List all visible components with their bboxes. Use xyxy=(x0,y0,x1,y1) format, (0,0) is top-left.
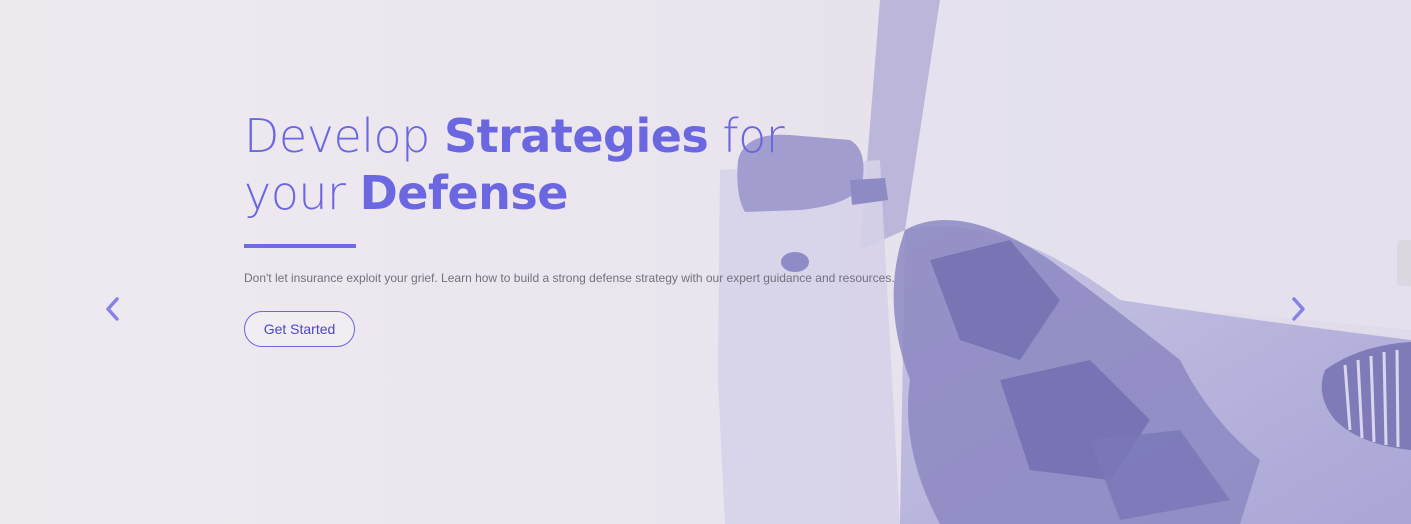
chevron-left-icon xyxy=(106,297,119,321)
hero-description: Don't let insurance exploit your grief. … xyxy=(244,271,895,285)
headline-part-1: Develop xyxy=(244,109,444,163)
hero-slider: Develop Strategies for your Defense Don't… xyxy=(0,0,1411,524)
headline-emphasis-strategies: Strategies xyxy=(444,109,709,163)
chevron-right-icon xyxy=(1292,297,1305,321)
crashed-car-background-image xyxy=(0,0,1411,524)
hero-content: Develop Strategies for your Defense Don't… xyxy=(244,108,944,347)
headline-part-3: your xyxy=(244,166,360,220)
side-widget-tab[interactable] xyxy=(1397,240,1411,286)
carousel-prev-button[interactable] xyxy=(99,292,125,326)
headline-part-2: for xyxy=(708,109,785,163)
carousel-next-button[interactable] xyxy=(1286,292,1312,326)
hero-headline: Develop Strategies for your Defense xyxy=(244,108,944,222)
headline-underline-divider xyxy=(244,244,356,248)
headline-emphasis-defense: Defense xyxy=(359,166,569,220)
get-started-button[interactable]: Get Started xyxy=(244,311,355,347)
